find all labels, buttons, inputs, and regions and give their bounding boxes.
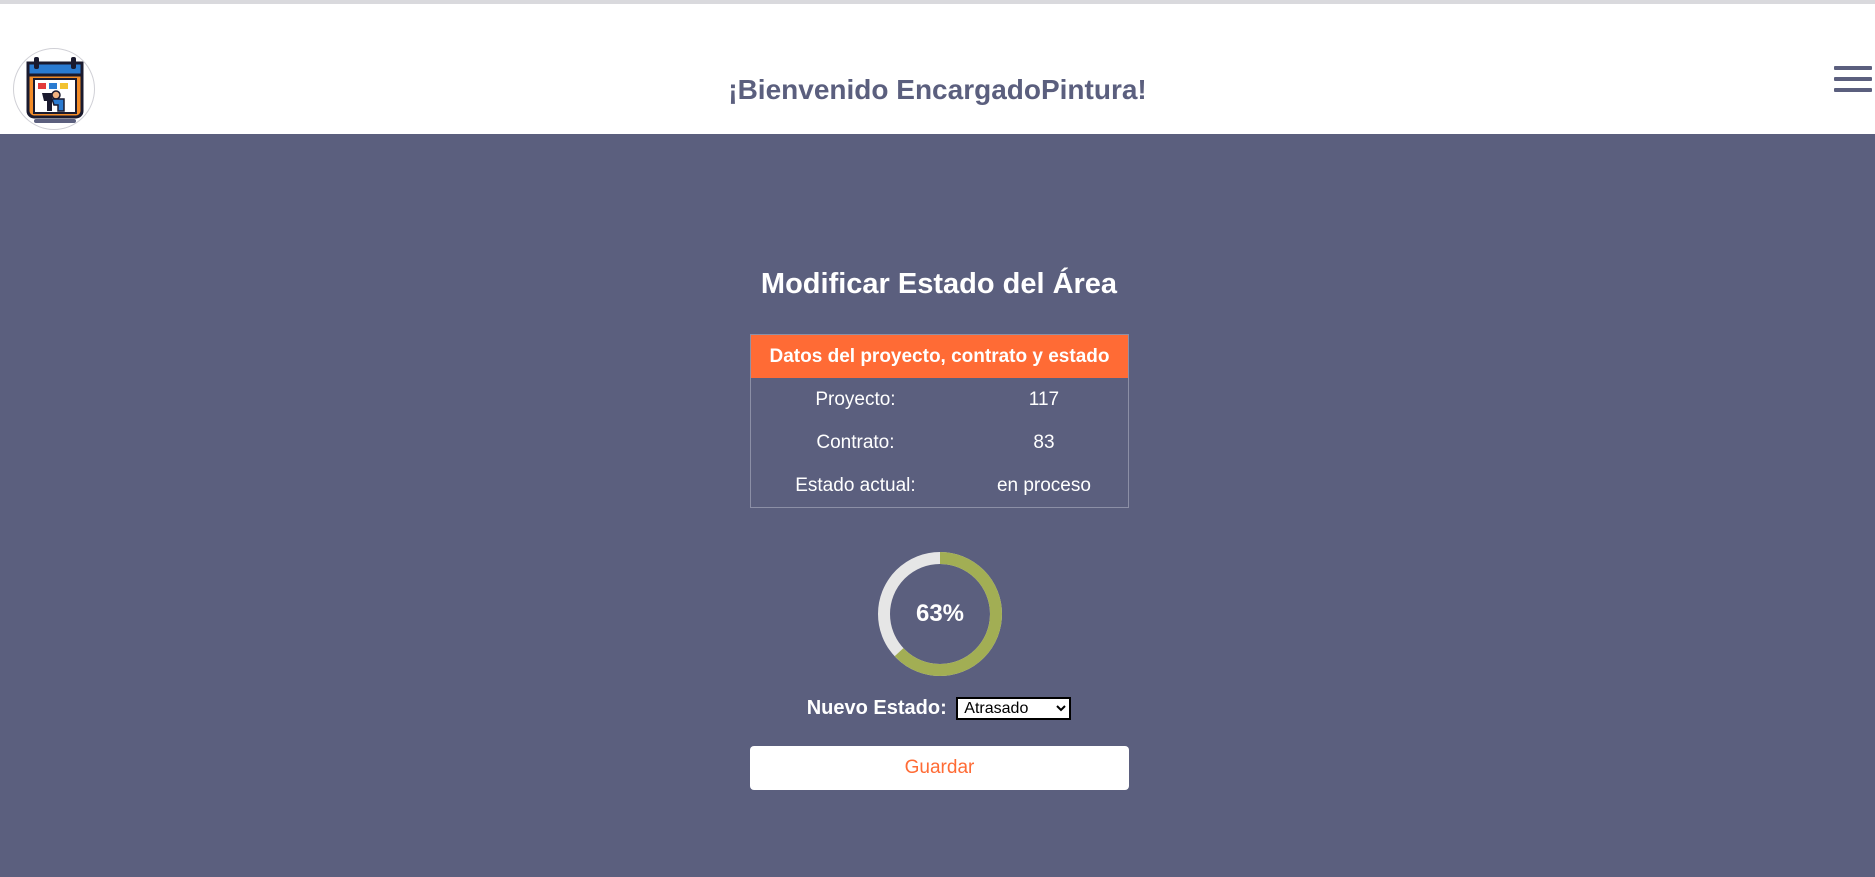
save-button[interactable]: Guardar [750, 746, 1129, 790]
row-label-project: Proyecto: [815, 389, 896, 410]
main-content: Modificar Estado del Área Datos del proy… [0, 134, 1875, 877]
menu-bar [1834, 88, 1872, 92]
new-status-label: Nuevo Estado: [806, 697, 947, 719]
progress-ring: 63% [876, 550, 1004, 678]
menu-bar [1834, 77, 1872, 81]
row-value-current-status: en proceso [996, 475, 1091, 496]
table-row: Estado actual: en proceso [751, 464, 1128, 507]
welcome-title: ¡Bienvenido EncargadoPintura! [728, 74, 1147, 105]
project-info-table: Datos del proyecto, contrato y estado Pr… [750, 334, 1129, 508]
new-status-select[interactable]: Atrasado [956, 697, 1072, 721]
menu-bar [1834, 66, 1872, 70]
table-row: Proyecto: 117 [751, 378, 1128, 421]
progress-percent: 63% [915, 600, 965, 627]
table-row: Contrato: 83 [751, 421, 1128, 464]
top-header: ¡Bienvenido EncargadoPintura! [0, 4, 1875, 134]
table-heading: Datos del proyecto, contrato y estado [751, 335, 1128, 378]
hamburger-menu-icon[interactable] [1834, 66, 1872, 94]
row-value-contract: 83 [1033, 432, 1055, 453]
page-title: Modificar Estado del Área [760, 268, 1118, 300]
row-label-current-status: Estado actual: [795, 475, 916, 496]
row-label-contract: Contrato: [816, 432, 895, 453]
new-status-row: Nuevo Estado: Atrasado [0, 697, 1875, 721]
row-value-project: 117 [1028, 389, 1060, 410]
